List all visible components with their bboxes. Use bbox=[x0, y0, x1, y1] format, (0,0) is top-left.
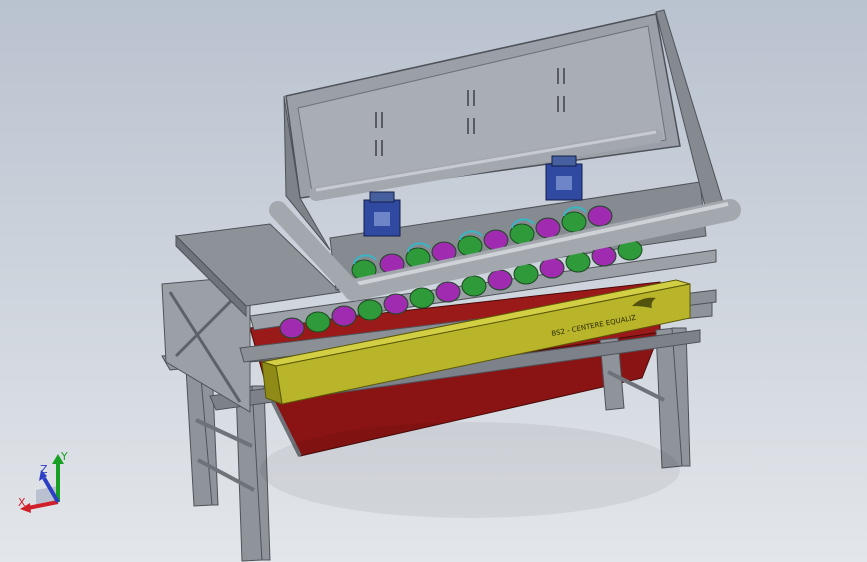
orientation-triad[interactable]: Y Z X bbox=[14, 448, 78, 514]
motor-left bbox=[363, 191, 401, 237]
machine-3d-model[interactable]: BS2 - CENTERE EQUALIZ bbox=[0, 0, 867, 562]
graphics-viewport[interactable]: BS2 - CENTERE EQUALIZ Y Z X bbox=[0, 0, 867, 562]
triad-z-label: Z bbox=[40, 463, 48, 476]
floor-shadow bbox=[260, 422, 680, 518]
triad-x-label: X bbox=[18, 496, 26, 509]
triad-y-label: Y bbox=[60, 450, 68, 463]
